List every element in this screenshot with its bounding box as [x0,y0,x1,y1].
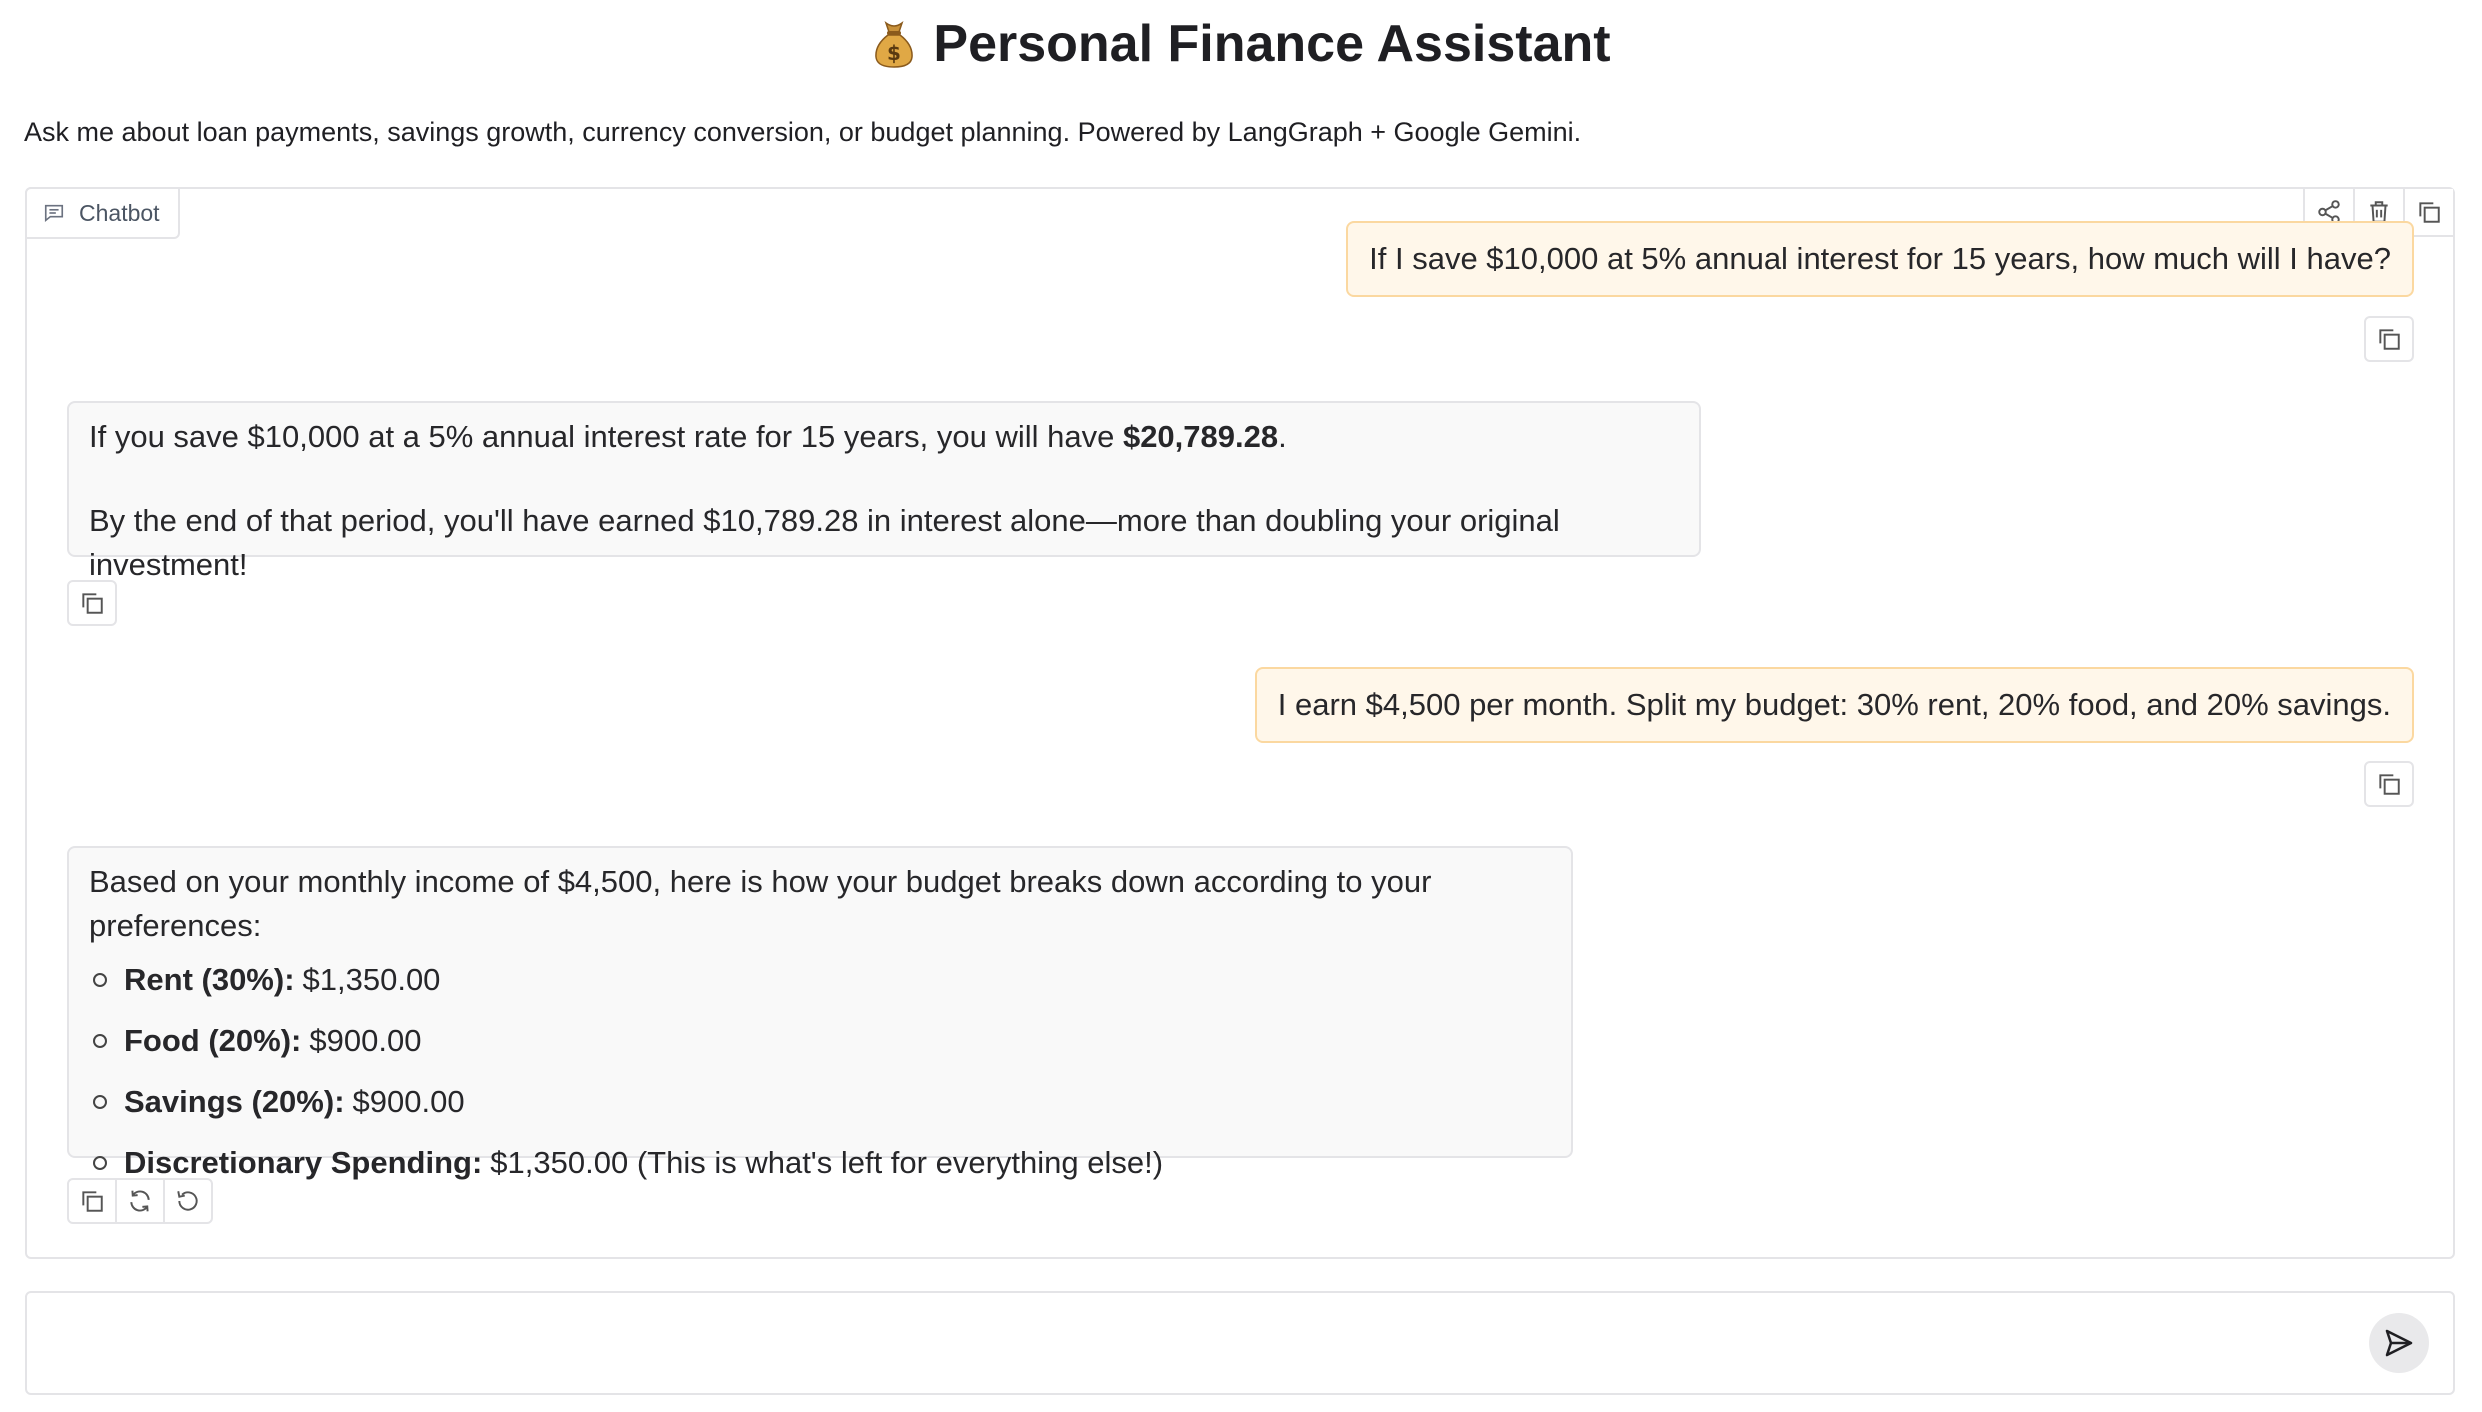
user-message-text: I earn $4,500 per month. Split my budget… [1277,687,2391,722]
page: $ Personal Finance Assistant Ask me abou… [0,0,2482,1412]
user-message-text: If I save $10,000 at 5% annual interest … [1369,241,2391,276]
list-item: Food (20%): $900.00 [89,1019,1551,1063]
copy-icon [82,593,103,614]
copy-icon [2379,774,2400,795]
assistant-text: If you save $10,000 at a 5% annual inter… [89,419,1123,454]
undo-icon [177,1191,198,1211]
assistant-message: If you save $10,000 at a 5% annual inter… [67,401,1701,582]
list-item-value: $1,350.00 (This is what's left for every… [490,1145,1164,1180]
assistant-message: Based on your monthly income of $4,500, … [67,846,1573,1180]
list-item: Rent (30%): $1,350.00 [89,958,1551,1002]
svg-text:$: $ [887,41,901,65]
message-actions [2364,761,2414,807]
assistant-message-paragraph: By the end of that period, you'll have e… [89,503,1560,582]
assistant-text: . [1278,419,1287,454]
send-icon [2385,1329,2413,1357]
chatbot-label-text: Chatbot [79,199,160,226]
money-bag-icon: $ [875,20,914,68]
list-item: Savings (20%): $900.00 [89,1080,1551,1124]
undo-button[interactable] [163,1180,211,1222]
bullet-icon [93,1095,107,1109]
user-message: I earn $4,500 per month. Split my budget… [1254,667,2414,743]
copy-message-button[interactable] [69,1180,115,1222]
list-item-value: $900.00 [352,1084,465,1119]
page-title: $ Personal Finance Assistant [0,12,2482,76]
message-input[interactable] [47,1311,2331,1379]
list-item-value: $1,350.00 [302,962,441,997]
list-item-label: Food (20%): [124,1023,302,1058]
copy-icon [2419,202,2440,223]
send-button[interactable] [2369,1313,2429,1373]
copy-icon [2379,329,2400,350]
chatbot-label: Chatbot [25,187,180,239]
bullet-icon [93,973,107,987]
message-input-container [25,1291,2455,1395]
assistant-bold-value: $20,789.28 [1122,419,1279,454]
message-actions [2364,316,2414,362]
list-item-label: Rent (30%): [124,962,295,997]
chat-bubble-icon [44,204,64,223]
copy-message-button[interactable] [69,582,115,624]
list-item-label: Savings (20%): [124,1084,345,1119]
page-title-text: Personal Finance Assistant [933,15,1611,73]
budget-list: Rent (30%): $1,350.00 Food (20%): $900.00 … [89,958,1551,1185]
chatbot-panel: Chatbot If I save $10,000 at 5% annual i… [25,187,2455,1259]
user-message: If I save $10,000 at 5% annual interest … [1346,221,2414,297]
retry-button[interactable] [115,1180,163,1222]
assistant-message-paragraph: If you save $10,000 at a 5% annual inter… [89,415,1679,459]
list-item-value: $900.00 [309,1023,422,1058]
refresh-icon [130,1190,150,1212]
list-item: Discretionary Spending: $1,350.00 (This i… [89,1141,1551,1185]
message-actions [67,580,117,626]
assistant-message-intro: Based on your monthly income of $4,500, … [89,864,1432,943]
copy-message-button[interactable] [2366,763,2412,805]
copy-icon [82,1191,103,1212]
message-actions [67,1178,213,1224]
page-description: Ask me about loan payments, savings grow… [24,117,1582,147]
copy-message-button[interactable] [2366,318,2412,360]
bullet-icon [93,1034,107,1048]
bullet-icon [93,1156,107,1170]
